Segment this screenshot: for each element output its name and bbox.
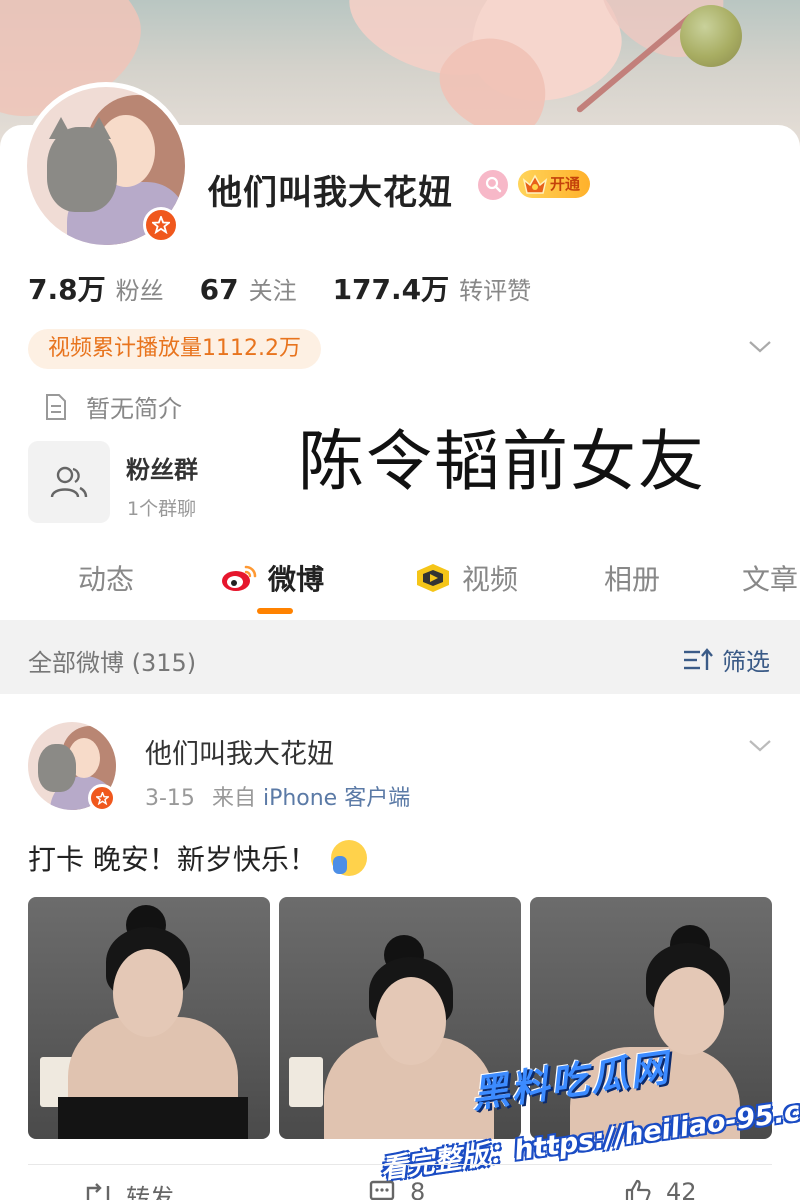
vip-open-button[interactable]: 开通 [518,170,591,198]
fan-group-title[interactable]: 粉丝群 [126,450,198,485]
post-meta: 3-15 来自 iPhone 客户端 [145,780,410,812]
filter-bar: 全部微博 (315) 筛选 [0,620,800,694]
group-people-icon [50,466,88,498]
post-photo-grid [28,897,772,1139]
like-button[interactable]: 42 [624,1178,697,1200]
post-text: 打卡 晚安！新岁快乐！ [28,838,367,878]
post-body: 打卡 晚安！新岁快乐！ [28,843,317,876]
repost-button[interactable]: 转发 [84,1178,174,1200]
video-plays-badge[interactable]: 视频累计播放量1112.2万 [28,329,321,369]
filter-button[interactable]: 筛选 [682,642,770,677]
stat-followers[interactable]: 7.8万 粉丝 [28,268,164,308]
stat-reposts-comments-likes[interactable]: 177.4万 转评赞 [333,268,532,308]
tab-label: 视频 [462,563,519,596]
stat-value: 177.4万 [332,273,450,306]
like-icon [625,1179,651,1200]
chevron-down-icon[interactable] [745,335,775,359]
post-photo[interactable] [28,897,270,1139]
tab-album[interactable]: 相册 [604,558,660,598]
verified-badge-icon [88,784,116,812]
weibo-logo-icon [222,565,257,591]
filter-label: 筛选 [722,648,770,676]
tab-label: 文章 [742,563,799,596]
like-count: 42 [666,1178,697,1200]
fan-group-subtitle: 1个群聊 [127,498,197,520]
stat-label: 关注 [248,277,297,305]
verified-badge-icon [143,207,179,243]
tab-dynamic[interactable]: 动态 [78,558,134,598]
intro-text: 暂无简介 [86,395,182,423]
divider [28,1164,772,1165]
document-icon [46,393,66,420]
tab-video[interactable]: 视频 [414,558,518,598]
post-count-label: 全部微博 (315) [28,649,197,677]
post-date: 3-15 [145,786,195,811]
stat-following[interactable]: 67 关注 [200,271,297,306]
filter-sort-icon [684,647,713,670]
profile-stats: 7.8万 粉丝 67 关注 177.4万 转评赞 [28,268,567,308]
tab-weibo[interactable]: 微博 [220,558,324,598]
comment-count: 8 [410,1178,426,1200]
stat-value: 67 [199,273,239,306]
post-author-name[interactable]: 他们叫我大花妞 [145,732,334,771]
video-play-icon [417,564,449,592]
repost-label: 转发 [126,1184,174,1200]
stat-value: 7.8万 [28,273,106,306]
stat-label: 转评赞 [459,277,532,305]
overlay-caption: 陈令韬前女友 [298,423,706,500]
profile-tabs: 动态 微博 视频 相册 文章 [0,548,800,620]
tab-articles[interactable]: 文章 [742,558,798,598]
repost-icon [86,1182,110,1200]
comment-icon [369,1180,395,1200]
profile-name: 他们叫我大花妞 [208,173,453,213]
tab-label: 相册 [604,563,661,596]
profile-intro: 暂无简介 [44,389,182,424]
active-tab-indicator [257,608,293,614]
fan-search-icon[interactable] [478,170,508,200]
tab-label: 微博 [268,563,325,596]
vip-label: 开通 [550,175,581,193]
tab-label: 动态 [78,563,135,596]
crown-icon [522,174,548,194]
chevron-down-icon[interactable] [745,734,775,758]
face-with-hand-icon [330,840,367,876]
stat-label: 粉丝 [115,277,164,305]
post-source[interactable]: iPhone 客户端 [263,786,410,811]
post-source-prefix: 来自 [211,786,256,811]
comment-button[interactable]: 8 [368,1178,425,1200]
fan-group-tile[interactable] [28,441,110,523]
